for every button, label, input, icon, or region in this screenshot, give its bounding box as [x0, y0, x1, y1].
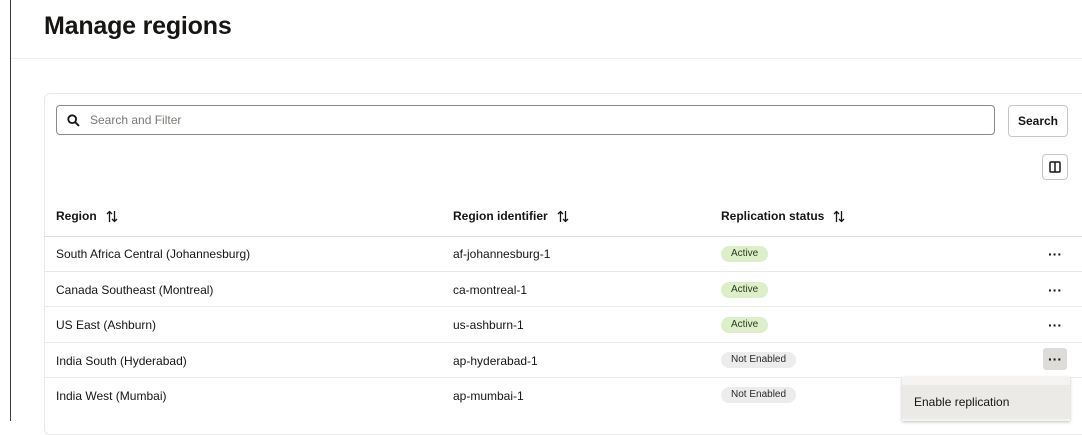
- status-badge: Not Enabled: [721, 387, 797, 403]
- manage-columns-button[interactable]: [1042, 154, 1068, 180]
- status-badge: Active: [721, 317, 769, 333]
- row-divider: [44, 342, 1082, 343]
- column-header-label: Region: [56, 209, 97, 223]
- search-button[interactable]: Search: [1008, 105, 1068, 137]
- row-actions-button[interactable]: ···: [1043, 314, 1067, 336]
- sort-icon[interactable]: [833, 210, 845, 223]
- column-header-label: Replication status: [721, 209, 825, 223]
- region-name-cell: India West (Mumbai): [56, 389, 167, 403]
- row-actions-button[interactable]: ···: [1043, 279, 1067, 301]
- region-identifier-cell: ap-hyderabad-1: [453, 354, 538, 368]
- column-header-region-identifier[interactable]: Region identifier: [453, 209, 569, 223]
- region-name-cell: South Africa Central (Johannesburg): [56, 247, 251, 261]
- sort-icon[interactable]: [557, 210, 569, 223]
- region-name-cell: India South (Hyderabad): [56, 354, 187, 368]
- menu-item-enable-replication[interactable]: Enable replication: [902, 385, 1070, 419]
- columns-icon: [1049, 161, 1061, 173]
- row-actions-menu: Enable replication: [902, 377, 1070, 421]
- row-divider: [44, 271, 1082, 272]
- title-divider: [11, 58, 1082, 59]
- column-header-region[interactable]: Region: [56, 209, 118, 223]
- region-identifier-cell: ca-montreal-1: [453, 283, 528, 297]
- row-actions-button[interactable]: ···: [1043, 243, 1067, 265]
- status-badge: Active: [721, 282, 769, 298]
- status-badge: Not Enabled: [721, 352, 797, 368]
- column-header-label: Region identifier: [453, 209, 548, 223]
- search-icon: [67, 113, 80, 127]
- region-identifier-cell: ap-mumbai-1: [453, 389, 524, 403]
- column-header-replication-status[interactable]: Replication status: [721, 209, 845, 223]
- region-identifier-cell: us-ashburn-1: [453, 318, 524, 332]
- region-name-cell: Canada Southeast (Montreal): [56, 283, 214, 297]
- region-identifier-cell: af-johannesburg-1: [453, 247, 551, 261]
- status-badge: Active: [721, 246, 769, 262]
- row-divider: [44, 306, 1082, 307]
- left-border: [10, 0, 11, 421]
- header-divider: [44, 236, 1082, 237]
- sort-icon[interactable]: [106, 210, 118, 223]
- search-input[interactable]: [88, 112, 972, 128]
- search-field[interactable]: [56, 105, 995, 135]
- row-actions-button[interactable]: ···: [1043, 348, 1067, 370]
- region-name-cell: US East (Ashburn): [56, 318, 157, 332]
- page-title: Manage regions: [44, 12, 232, 40]
